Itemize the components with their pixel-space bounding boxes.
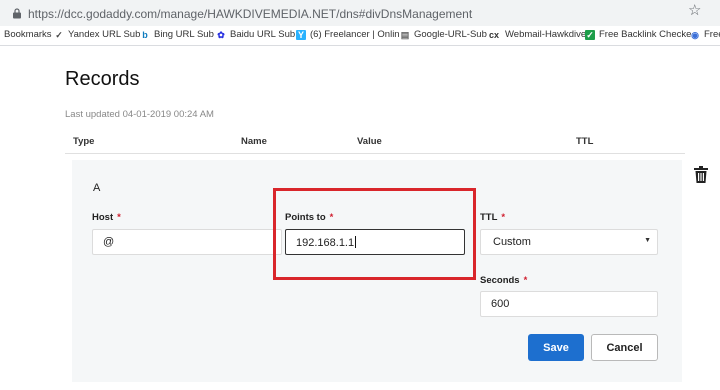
bookmark-item[interactable]: ✓ Free Backlink Checke (585, 29, 691, 40)
ttl-label: TTL * (480, 212, 505, 223)
lock-icon (13, 8, 21, 19)
checkbox-icon: ✓ (585, 29, 595, 40)
bookmark-item[interactable]: ▤ Google-URL-Sub (400, 29, 487, 40)
seconds-input[interactable]: 600 (480, 291, 658, 317)
yandex-icon: ✓ (55, 29, 63, 40)
bookmark-label: Free Backlink Checke (599, 29, 692, 40)
url-text[interactable]: https://dcc.godaddy.com/manage/HAWKDIVEM… (28, 7, 472, 21)
highlight-box (273, 188, 476, 280)
bookmark-item[interactable]: Bookmarks (4, 29, 52, 40)
save-button[interactable]: Save (528, 334, 584, 361)
bookmark-label: Baidu URL Sub (230, 29, 296, 40)
bookmark-label: Webmail-Hawkdive (505, 29, 587, 40)
host-input[interactable]: @ (92, 229, 282, 255)
ttl-select-value: Custom (493, 236, 531, 248)
bookmark-label: Free (704, 29, 720, 40)
webmail-icon: cx (488, 29, 499, 40)
column-header-name: Name (241, 136, 267, 147)
bookmark-label: (6) Freelancer | Onlin (310, 29, 400, 40)
record-type: A (93, 182, 101, 194)
cancel-button[interactable]: Cancel (591, 334, 658, 361)
seconds-input-value: 600 (491, 298, 510, 310)
column-header-type: Type (73, 136, 95, 147)
bookmark-label: Bookmarks (4, 29, 52, 40)
bookmark-item[interactable]: Y (6) Freelancer | Onlin (296, 29, 400, 40)
required-mark: * (117, 212, 121, 223)
last-updated-text: Last updated 04-01-2019 00:24 AM (65, 109, 214, 120)
seconds-label: Seconds * (480, 275, 527, 286)
bookmark-item[interactable]: cx Webmail-Hawkdive (487, 29, 586, 40)
column-header-ttl: TTL (576, 136, 594, 147)
ttl-select[interactable]: Custom ▼ (480, 229, 658, 255)
bookmarks-bar: Bookmarks ✓ Yandex URL Sub b Bing URL Su… (0, 26, 720, 46)
host-label-text: Host (92, 212, 114, 223)
globe-icon: ◉ (691, 29, 699, 40)
seconds-label-text: Seconds (480, 275, 520, 286)
bookmark-item[interactable]: ✿ Baidu URL Sub (216, 29, 295, 40)
page-title: Records (65, 68, 140, 90)
bing-icon: b (142, 29, 148, 40)
required-mark: * (501, 212, 506, 223)
bookmark-label: Google-URL-Sub (414, 29, 487, 40)
freelancer-icon: Y (296, 29, 306, 40)
records-table-header: Type Name Value TTL (65, 130, 685, 154)
host-label: Host * (92, 212, 121, 223)
url-box[interactable]: https://dcc.godaddy.com/manage/HAWKDIVEM… (4, 3, 716, 24)
baidu-icon: ✿ (217, 29, 225, 40)
page-icon: ▤ (400, 29, 410, 40)
trash-icon[interactable] (694, 166, 708, 183)
column-header-value: Value (357, 136, 382, 147)
bookmark-item[interactable]: b Bing URL Sub (140, 29, 214, 40)
chevron-down-icon: ▼ (644, 237, 651, 244)
bookmark-label: Yandex URL Sub (68, 29, 141, 40)
address-bar: https://dcc.godaddy.com/manage/HAWKDIVEM… (0, 0, 720, 26)
host-input-value: @ (103, 236, 115, 248)
bookmark-item[interactable]: ◉ Free (690, 29, 720, 40)
required-mark: * (523, 275, 528, 286)
ttl-label-text: TTL (480, 212, 498, 223)
bookmark-star-icon[interactable]: ☆ (688, 1, 701, 19)
bookmark-item[interactable]: ✓ Yandex URL Sub (54, 29, 140, 40)
bookmark-label: Bing URL Sub (154, 29, 214, 40)
